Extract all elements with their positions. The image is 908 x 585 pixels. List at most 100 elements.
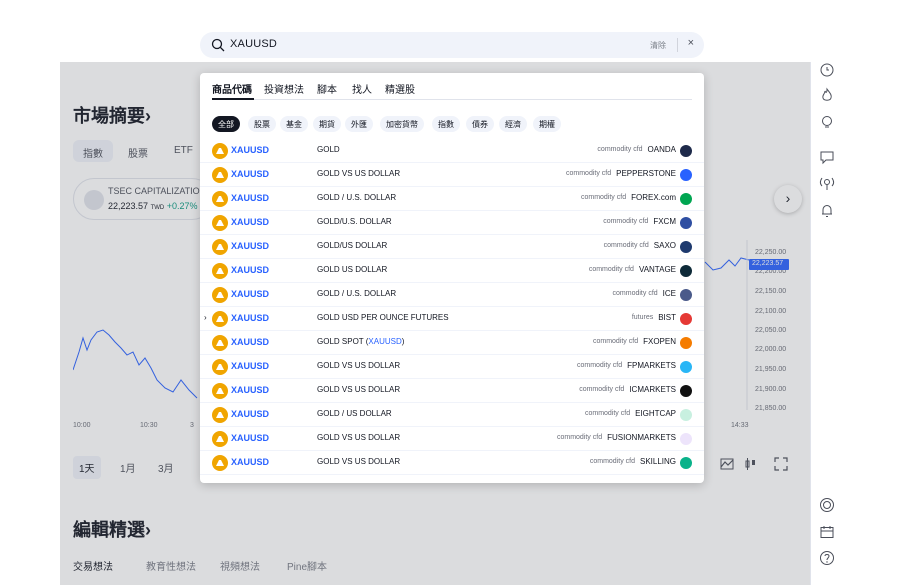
- chat-icon[interactable]: [819, 149, 835, 165]
- row-type: commodity cfd: [566, 170, 612, 177]
- filter-economy[interactable]: 經濟: [499, 116, 527, 132]
- result-row[interactable]: XAUUSD GOLD/U.S. DOLLAR commodity cfd FXCM: [200, 211, 704, 235]
- exchange-logo-icon: [680, 169, 692, 181]
- filter-stocks[interactable]: 股票: [248, 116, 276, 132]
- result-row[interactable]: XAUUSD GOLD / U.S. DOLLAR commodity cfd ICE: [200, 283, 704, 307]
- row-exchange: EIGHTCAP: [635, 409, 676, 418]
- row-description: GOLD VS US DOLLAR: [317, 169, 401, 178]
- result-row[interactable]: XAUUSD GOLD VS US DOLLAR commodity cfd PEPP…: [200, 163, 704, 187]
- tab-divider: [212, 99, 692, 100]
- row-type: commodity cfd: [597, 146, 643, 153]
- tab-people[interactable]: 找人: [352, 81, 372, 96]
- exchange-logo-icon: [680, 313, 692, 325]
- result-row[interactable]: XAUUSD GOLD VS US DOLLAR commodity cfd SKIL…: [200, 451, 704, 475]
- row-exchange: FXOPEN: [643, 337, 676, 346]
- exchange-logo-icon: [680, 433, 692, 445]
- row-symbol: XAUUSD: [231, 313, 270, 323]
- row-description: GOLD/U.S. DOLLAR: [317, 217, 392, 226]
- gold-logo-icon: [212, 287, 228, 303]
- result-row[interactable]: XAUUSD GOLD VS US DOLLAR commodity cfd ICMA…: [200, 379, 704, 403]
- filter-crypto[interactable]: 加密貨幣: [380, 116, 424, 132]
- result-row[interactable]: XAUUSD GOLD VS US DOLLAR commodity cfd FUSI…: [200, 427, 704, 451]
- row-type: commodity cfd: [576, 362, 623, 369]
- row-exchange: ICE: [662, 289, 676, 298]
- gold-logo-icon: [212, 407, 228, 423]
- row-exchange: FUSIONMARKETS: [607, 433, 676, 442]
- target-icon[interactable]: [819, 497, 835, 513]
- expand-caret[interactable]: ›: [204, 313, 207, 322]
- result-row[interactable]: XAUUSD GOLD commodity cfd OANDA: [200, 139, 704, 163]
- row-type: commodity cfd: [589, 458, 635, 465]
- result-row[interactable]: XAUUSD GOLD/US DOLLAR commodity cfd SAXO: [200, 235, 704, 259]
- lightbulb-icon[interactable]: [819, 114, 835, 130]
- row-symbol: XAUUSD: [231, 217, 270, 227]
- help-icon[interactable]: [819, 550, 835, 566]
- gold-logo-icon: [212, 191, 228, 207]
- row-exchange: VANTAGE: [638, 265, 676, 274]
- gold-logo-icon: [212, 335, 228, 351]
- bell-icon[interactable]: [819, 203, 835, 219]
- row-description: GOLD SPOT (XAUUSD): [317, 337, 405, 346]
- row-type: commodity cfd: [579, 386, 625, 393]
- exchange-logo-icon: [680, 193, 692, 205]
- gold-logo-icon: [212, 263, 228, 279]
- result-row[interactable]: XAUUSD GOLD SPOT (XAUUSD) commodity cfd FXO…: [200, 331, 704, 355]
- row-symbol: XAUUSD: [231, 337, 270, 347]
- row-exchange: BIST: [658, 313, 676, 322]
- search-input[interactable]: XAUUSD: [230, 38, 277, 50]
- tab-ideas[interactable]: 投資想法: [264, 81, 304, 96]
- result-row[interactable]: › XAUUSD GOLD USD PER OUNCE FUTURES futures…: [200, 307, 704, 331]
- result-row[interactable]: XAUUSD GOLD VS US DOLLAR commodity cfd FPMA…: [200, 355, 704, 379]
- filter-funds[interactable]: 基金: [280, 116, 308, 132]
- result-row[interactable]: XAUUSD GOLD / US DOLLAR commodity cfd EIGHT…: [200, 403, 704, 427]
- row-description: GOLD VS US DOLLAR: [317, 457, 401, 466]
- exchange-logo-icon: [680, 265, 692, 277]
- row-type: commodity cfd: [603, 242, 649, 249]
- symbol-search-popup: 商品代碼 投資想法 腳本 找人 精選股 全部 股票 基金 期貨 外匯 加密貨幣 …: [200, 73, 704, 483]
- clock-icon[interactable]: [819, 62, 835, 78]
- gold-logo-icon: [212, 239, 228, 255]
- row-symbol: XAUUSD: [231, 361, 270, 371]
- gold-logo-icon: [212, 431, 228, 447]
- exchange-logo-icon: [680, 289, 692, 301]
- gold-logo-icon: [212, 455, 228, 471]
- row-exchange: ICMARKETS: [629, 385, 676, 394]
- row-exchange: PEPPERSTONE: [616, 169, 676, 178]
- tab-screeners[interactable]: 精選股: [385, 81, 415, 96]
- filter-options[interactable]: 期權: [533, 116, 561, 132]
- calendar-icon[interactable]: [819, 524, 835, 540]
- row-symbol: XAUUSD: [231, 289, 270, 299]
- filter-bonds[interactable]: 債券: [466, 116, 494, 132]
- row-exchange: FPMARKETS: [627, 361, 676, 370]
- result-row[interactable]: XAUUSD GOLD / U.S. DOLLAR commodity cfd FOR…: [200, 187, 704, 211]
- broadcast-icon[interactable]: [819, 175, 835, 191]
- result-row[interactable]: XAUUSD GOLD US DOLLAR commodity cfd VANTAGE: [200, 259, 704, 283]
- row-description: GOLD US DOLLAR: [317, 265, 388, 274]
- filter-all[interactable]: 全部: [212, 116, 240, 132]
- filter-forex[interactable]: 外匯: [345, 116, 373, 132]
- tab-symbols[interactable]: 商品代碼: [212, 81, 252, 96]
- divider: [677, 38, 678, 52]
- row-type: commodity cfd: [592, 338, 639, 345]
- row-symbol: XAUUSD: [231, 241, 270, 251]
- active-tab-indicator: [212, 98, 254, 100]
- fire-icon[interactable]: [819, 87, 835, 103]
- row-exchange: OANDA: [647, 145, 676, 154]
- row-symbol: XAUUSD: [231, 457, 270, 467]
- close-icon[interactable]: ×: [688, 37, 694, 49]
- tab-scripts[interactable]: 腳本: [317, 81, 337, 96]
- clear-button[interactable]: 清除: [650, 40, 666, 51]
- row-type: commodity cfd: [580, 194, 627, 201]
- row-description: GOLD VS US DOLLAR: [317, 433, 401, 442]
- row-exchange: FXCM: [653, 217, 676, 226]
- symbol-search-bar[interactable]: XAUUSD 清除 ×: [200, 32, 704, 58]
- row-symbol: XAUUSD: [231, 385, 270, 395]
- row-type: commodity cfd: [556, 434, 603, 441]
- row-type: commodity cfd: [603, 218, 649, 225]
- right-toolbar: [810, 62, 908, 585]
- filter-futures[interactable]: 期貨: [313, 116, 341, 132]
- row-type: commodity cfd: [584, 410, 631, 417]
- row-symbol: XAUUSD: [231, 433, 270, 443]
- row-exchange: SAXO: [653, 241, 676, 250]
- filter-indices[interactable]: 指數: [432, 116, 460, 132]
